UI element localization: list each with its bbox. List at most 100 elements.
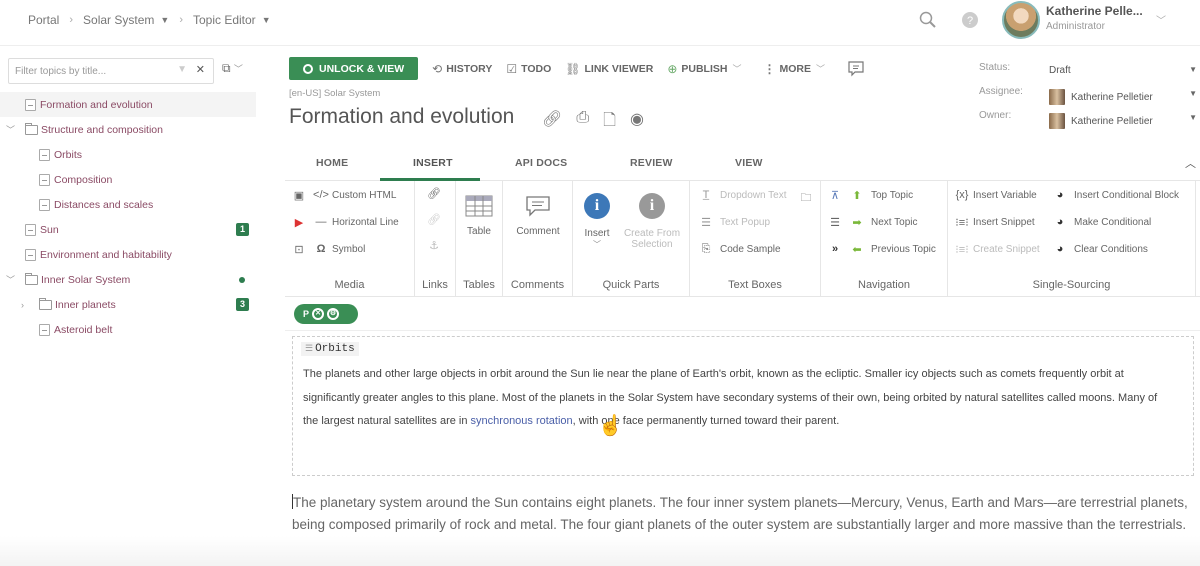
code-sample-icon: ⎘ bbox=[701, 243, 711, 255]
tree-item[interactable]: Asteroid belt bbox=[0, 317, 258, 342]
text-popup-button[interactable]: ☰ Text Popup bbox=[698, 216, 770, 229]
tree-item[interactable]: ﹀ Inner Solar System bbox=[0, 267, 258, 292]
collapse-ribbon-icon[interactable]: ︿ bbox=[1185, 155, 1196, 171]
chevron-down-icon[interactable]: ﹀ bbox=[6, 273, 15, 286]
breadcrumb-nav-button[interactable]: » bbox=[827, 243, 849, 255]
paragraph-tag[interactable]: P ✕ ⚙ bbox=[294, 304, 358, 324]
chevron-down-icon[interactable]: ﹀ bbox=[6, 123, 15, 136]
create-snippet-button[interactable]: ⁝≡⁝ Create Snippet bbox=[954, 243, 1039, 256]
tree-item[interactable]: Environment and habitability bbox=[0, 242, 258, 267]
code-icon: </> bbox=[313, 189, 329, 201]
tree-item[interactable]: Composition bbox=[0, 167, 258, 192]
synchronous-rotation-link[interactable]: synchronous rotation bbox=[471, 415, 573, 427]
list-icon: ☰ bbox=[830, 217, 840, 229]
tab-insert[interactable]: INSERT bbox=[413, 157, 453, 169]
user-avatar[interactable] bbox=[1002, 1, 1040, 39]
snippet-block[interactable]: ☰ Orbits The planets and other large obje… bbox=[292, 336, 1194, 476]
next-topic-button[interactable]: ➡ Next Topic bbox=[849, 216, 917, 229]
owner-value[interactable]: Katherine Pelletier bbox=[1049, 113, 1153, 129]
more-button[interactable]: ⋮ MORE ﹀ bbox=[764, 62, 826, 76]
tree-item[interactable]: Orbits bbox=[0, 142, 258, 167]
dropdown-arrow-icon[interactable]: ▼ bbox=[1189, 65, 1197, 74]
caret-down-icon[interactable]: ▼ bbox=[160, 15, 169, 25]
history-button[interactable]: ⟲ HISTORY bbox=[432, 62, 492, 76]
comment-insert-button[interactable]: Comment bbox=[508, 195, 568, 237]
filter-input[interactable] bbox=[9, 59, 169, 83]
owner-row[interactable]: Owner: Katherine Pelletier ▼ bbox=[979, 105, 1200, 129]
chevron-down-icon[interactable]: ﹀ bbox=[1156, 12, 1166, 27]
assignee-row[interactable]: Assignee: Katherine Pelletier ▼ bbox=[979, 81, 1200, 105]
chevron-right-icon[interactable]: › bbox=[21, 300, 24, 310]
top-topic-button[interactable]: ⬆ Top Topic bbox=[849, 189, 913, 202]
previous-topic-button[interactable]: ⬅ Previous Topic bbox=[849, 243, 935, 256]
insert-snippet-button[interactable]: ⁝≡⁝ Insert Snippet bbox=[954, 216, 1034, 229]
help-icon[interactable]: ? bbox=[960, 10, 980, 30]
topic-tree: Formation and evolution ﹀ Structure and … bbox=[0, 92, 258, 342]
list-button[interactable]: ☰ bbox=[827, 216, 849, 229]
preview-eye-icon[interactable]: ◉ bbox=[630, 109, 644, 136]
filter-icon[interactable]: ▼ bbox=[177, 64, 187, 75]
embed-button[interactable]: ⊡ bbox=[291, 243, 313, 256]
code-sample-button[interactable]: ⎘ Code Sample bbox=[698, 243, 781, 256]
caret-down-icon[interactable]: ▼ bbox=[262, 15, 271, 25]
breadcrumb-solar-system[interactable]: Solar System bbox=[83, 13, 154, 27]
insert-link-button[interactable]: 🔗︎ bbox=[426, 187, 448, 200]
folder-button[interactable]: 🗀 bbox=[798, 189, 820, 208]
remove-tag-icon[interactable]: ✕ bbox=[312, 308, 325, 320]
tree-item-label: Inner planets bbox=[55, 298, 116, 311]
publish-label: PUBLISH bbox=[681, 62, 728, 75]
dropdown-arrow-icon[interactable]: ▼ bbox=[1189, 89, 1197, 98]
tab-view[interactable]: VIEW bbox=[735, 157, 763, 169]
tree-item-label: Environment and habitability bbox=[40, 248, 172, 261]
quick-parts-insert-button[interactable]: i Insert ﹀ bbox=[577, 193, 617, 250]
anchor-button[interactable]: ⚓︎ bbox=[426, 239, 448, 252]
search-icon[interactable] bbox=[918, 10, 938, 30]
dropdown-arrow-icon[interactable]: ▼ bbox=[1189, 113, 1197, 122]
print-icon[interactable]: ⎙ bbox=[576, 109, 589, 136]
assignee-value[interactable]: Katherine Pelletier bbox=[1049, 89, 1153, 105]
body-paragraph[interactable]: The planetary system around the Sun cont… bbox=[292, 492, 1192, 535]
clear-conditions-button[interactable]: ◕ Clear Conditions bbox=[1052, 243, 1148, 255]
horizontal-line-label: Horizontal Line bbox=[332, 216, 399, 228]
publish-button[interactable]: ⊕ PUBLISH ﹀ bbox=[667, 62, 741, 76]
tab-api-docs[interactable]: API DOCS bbox=[515, 157, 567, 169]
link-icon[interactable]: 🔗︎ bbox=[542, 109, 562, 136]
table-button[interactable]: Table bbox=[462, 195, 496, 237]
horizontal-line-button[interactable]: — Horizontal Line bbox=[313, 216, 399, 228]
comment-button[interactable] bbox=[847, 60, 865, 78]
video-button[interactable]: ▶ bbox=[291, 216, 313, 229]
link-viewer-button[interactable]: ⛓ LINK VIEWER bbox=[565, 62, 653, 76]
tag-settings-icon[interactable]: ⚙ bbox=[327, 308, 340, 320]
custom-html-button[interactable]: </> Custom HTML bbox=[313, 189, 396, 201]
unlock-view-button[interactable]: UNLOCK & VIEW bbox=[289, 57, 419, 80]
status-row[interactable]: Status: Draft ▼ bbox=[979, 57, 1200, 81]
sitemap-button[interactable]: ⊼ bbox=[827, 189, 849, 202]
breadcrumb-topic-editor[interactable]: Topic Editor bbox=[193, 13, 256, 27]
breadcrumb-portal[interactable]: Portal bbox=[28, 13, 59, 27]
ribbon-insert: ▣ ▶ ⊡ </> Custom HTML — Horizontal Line ΩS… bbox=[285, 181, 1200, 297]
make-conditional-button[interactable]: ◕ Make Conditional bbox=[1052, 216, 1152, 228]
copy-menu-button[interactable]: ⧉ ﹀ bbox=[222, 61, 243, 76]
insert-variable-button[interactable]: {x} Insert Variable bbox=[954, 189, 1037, 201]
symbol-button[interactable]: Ω Symbol bbox=[313, 243, 366, 255]
history-icon: ⟲ bbox=[432, 61, 443, 76]
tree-item[interactable]: Distances and scales bbox=[0, 192, 258, 217]
tab-review[interactable]: REVIEW bbox=[630, 157, 673, 169]
todo-button[interactable]: ☑ TODO bbox=[506, 62, 551, 76]
pdf-icon[interactable]: 🗋 bbox=[603, 109, 616, 136]
status-value[interactable]: Draft bbox=[1049, 65, 1071, 76]
tree-item[interactable]: › Inner planets 3 bbox=[0, 292, 258, 317]
tab-home[interactable]: HOME bbox=[316, 157, 348, 169]
element-tag-bar: P ✕ ⚙ bbox=[285, 298, 1200, 331]
insert-conditional-block-button[interactable]: ◕ Insert Conditional Block bbox=[1052, 189, 1179, 201]
user-name[interactable]: Katherine Pelle... bbox=[1046, 4, 1143, 18]
create-from-selection-button[interactable]: i Create From Selection bbox=[617, 193, 687, 250]
image-button[interactable]: ▣ bbox=[291, 189, 313, 202]
sitemap-icon: ⊼ bbox=[830, 190, 840, 202]
tree-item[interactable]: Formation and evolution bbox=[0, 92, 256, 117]
remove-link-button[interactable]: 🔗︎ bbox=[426, 213, 448, 226]
tree-item[interactable]: ﹀ Structure and composition bbox=[0, 117, 258, 142]
dropdown-text-button[interactable]: T̲ Dropdown Text bbox=[698, 189, 787, 201]
clear-icon[interactable]: ✕ bbox=[196, 63, 205, 76]
tree-item[interactable]: Sun 1 bbox=[0, 217, 258, 242]
